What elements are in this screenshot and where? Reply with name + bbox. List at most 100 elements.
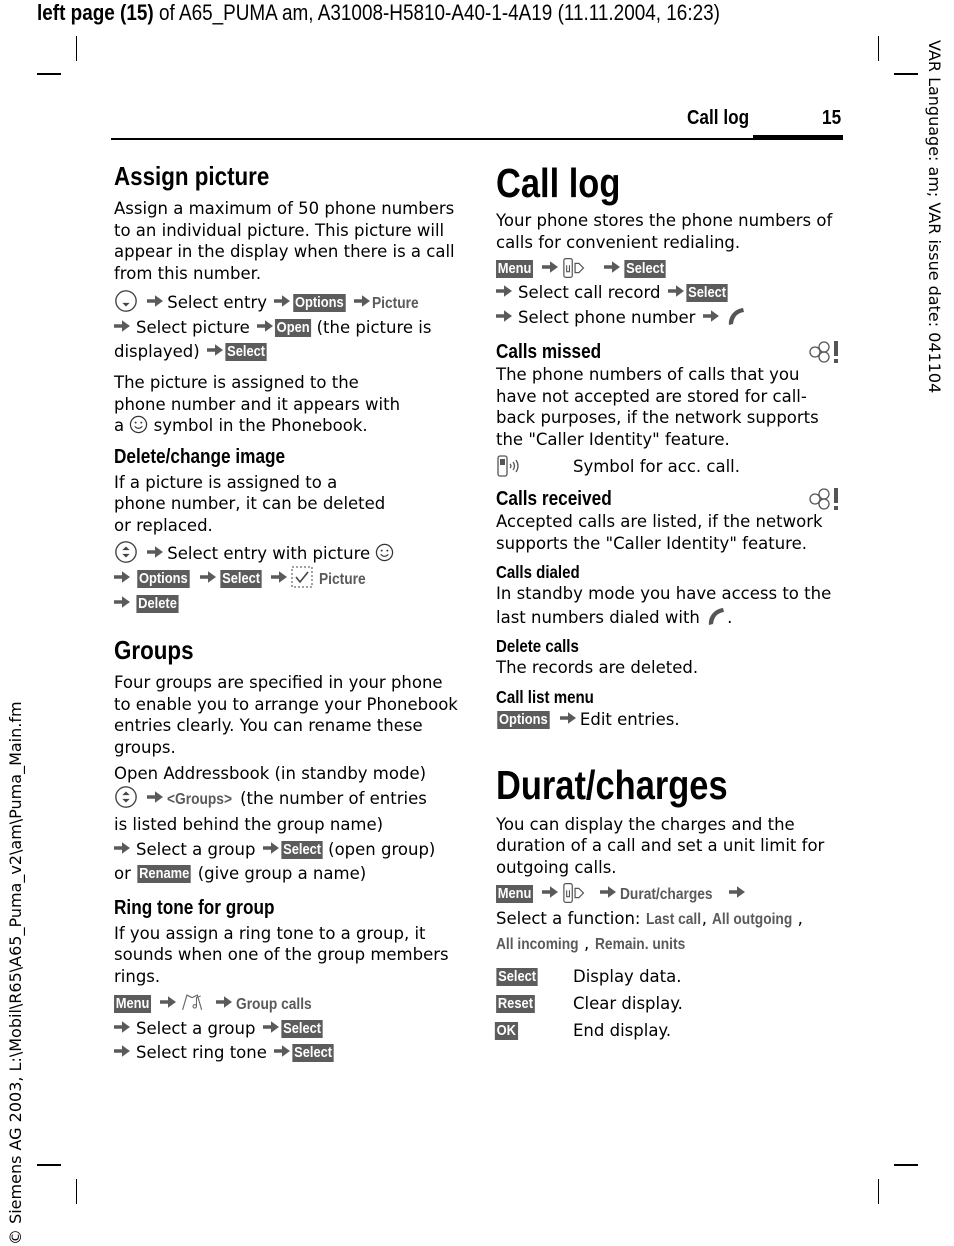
durat-charges-menu-item[interactable]: Durat/charges <box>620 883 713 907</box>
assign-picture-step-3: displayed) Select <box>114 340 459 364</box>
select-softkey[interactable]: Select <box>281 1020 323 1038</box>
function-remain-units[interactable]: Remain. units <box>595 933 685 957</box>
arrow-icon <box>147 294 163 308</box>
right-column: Call log Your phone stores the phone num… <box>494 160 841 1044</box>
picture-menu-item[interactable]: Picture <box>372 292 419 316</box>
arrow-icon <box>729 885 745 899</box>
durat-charges-step-1: Menu Durat/charges <box>496 882 841 907</box>
open-softkey[interactable]: Open <box>274 319 312 337</box>
step-text: (the picture is <box>316 318 432 337</box>
delete-calls-body: The records are deleted. <box>496 658 699 677</box>
call-log-menu-icon[interactable] <box>562 257 590 279</box>
crop-mark <box>37 73 61 75</box>
assign-picture-body: Assign a maximum of 50 phone numbers to … <box>114 199 455 283</box>
durat-table-row: OK End display. <box>494 1017 841 1044</box>
arrow-icon <box>114 570 130 584</box>
symbol-description: Symbol for acc. call. <box>573 457 740 476</box>
left-column: Assign picture Assign a maximum of 50 ph… <box>114 160 459 1065</box>
call-log-body: Your phone stores the phone numbers of c… <box>496 211 833 252</box>
crop-mark <box>37 1164 61 1166</box>
step-text: displayed) <box>114 342 200 361</box>
step-text: Select entry <box>167 293 268 312</box>
smiley-icon <box>129 415 148 434</box>
select-softkey[interactable]: Select <box>496 968 538 986</box>
arrow-icon <box>257 319 273 333</box>
function-all-outgoing[interactable]: All outgoing <box>712 908 792 932</box>
calls-received-body: Accepted calls are listed, if the networ… <box>496 512 823 553</box>
arrow-icon <box>703 309 719 323</box>
assign-picture-step-2: Select picture Open (the picture is <box>114 316 459 340</box>
subheading-delete-change-image: Delete/change image <box>114 445 286 468</box>
header-rule-tab <box>753 135 843 140</box>
rename-softkey[interactable]: Rename <box>137 864 192 883</box>
delete-change-body: If a picture is assigned to a phone numb… <box>114 472 459 537</box>
ok-softkey[interactable]: OK <box>494 1022 518 1040</box>
durat-table-row: Select Display data. <box>496 963 841 990</box>
arrow-icon <box>496 309 512 323</box>
step-text: Select call record <box>518 283 661 302</box>
note-line: The picture is assigned to the <box>114 373 359 392</box>
crop-mark <box>878 36 879 61</box>
options-softkey[interactable]: Options <box>497 710 550 729</box>
menu-softkey[interactable]: Menu <box>496 260 534 278</box>
step-text: (give group a name) <box>197 863 367 883</box>
delete-softkey[interactable]: Delete <box>136 595 179 613</box>
groups-menu-item[interactable]: <Groups> <box>167 788 232 812</box>
ring-tone-step-3: Select ring tone Select <box>114 1041 459 1065</box>
subheading-calls-missed: Calls missed <box>496 341 602 363</box>
select-softkey[interactable]: Select <box>225 343 267 361</box>
select-softkey[interactable]: Select <box>220 570 262 588</box>
menu-softkey[interactable]: Menu <box>114 995 152 1013</box>
select-softkey[interactable]: Select <box>624 260 666 278</box>
assign-picture-step-1: Select entry Options Picture <box>114 289 459 316</box>
groups-step-2: Select a group Select (open group) <box>114 838 459 862</box>
ringtone-menu-icon[interactable] <box>180 991 206 1013</box>
body-line: In standby mode you have access to the <box>496 584 832 603</box>
arrow-icon <box>216 995 232 1009</box>
call-log-menu-icon[interactable] <box>562 882 590 904</box>
arrow-icon <box>207 343 223 357</box>
options-softkey[interactable]: Options <box>137 570 190 588</box>
groups-step-3: or Rename (give group a name) <box>114 862 459 886</box>
options-softkey[interactable]: Options <box>293 294 346 312</box>
calls-missed-heading-row: Calls missed <box>496 340 841 364</box>
body-line: If a picture is assigned to a <box>114 472 338 492</box>
arrow-icon <box>274 294 290 308</box>
step-text: Select phone number <box>518 308 696 327</box>
step-text: Select ring tone <box>136 1043 267 1062</box>
body-line: or replaced. <box>114 515 213 535</box>
call-key-icon[interactable] <box>725 305 747 327</box>
menu-softkey[interactable]: Menu <box>496 885 534 903</box>
note-line: a <box>114 416 125 435</box>
function-last-call[interactable]: Last call <box>646 908 701 932</box>
print-header-rest: of A65_PUMA am, A31008-H5810-A40-1-4A19 … <box>153 0 720 25</box>
arrow-icon <box>114 1044 130 1058</box>
call-list-menu-step: Options Edit entries. <box>496 708 841 732</box>
groups-open-line: Open Addressbook (in standby mode) <box>114 764 427 783</box>
crop-mark <box>76 36 77 61</box>
accepted-call-icon <box>496 455 524 477</box>
select-softkey[interactable]: Select <box>686 284 728 302</box>
body-line: phone number, it can be deleted <box>114 494 386 513</box>
row-description: End display. <box>573 1021 672 1040</box>
chapter-heading-call-log: Call log <box>496 160 621 206</box>
picture-menu-item[interactable]: Picture <box>319 568 366 592</box>
call-log-step-3: Select phone number <box>496 305 841 330</box>
arrow-icon <box>496 284 512 298</box>
select-softkey[interactable]: Select <box>292 1044 334 1062</box>
arrow-icon <box>160 995 176 1009</box>
row-description: Display data. <box>573 967 682 986</box>
group-calls-menu-item[interactable]: Group calls <box>236 993 312 1017</box>
step-text: Select picture <box>136 318 250 337</box>
function-all-incoming[interactable]: All incoming <box>496 933 579 957</box>
durat-table-row: Reset Clear display. <box>496 990 841 1017</box>
step-text: or <box>114 863 131 883</box>
arrow-icon <box>114 841 130 855</box>
crop-mark <box>894 73 918 75</box>
copyright-path-text: © Siemens AG 2003, L:\Mobil\R65\A65_Puma… <box>6 701 25 1245</box>
select-softkey[interactable]: Select <box>281 840 323 859</box>
subheading-ring-tone-for-group: Ring tone for group <box>114 896 275 919</box>
reset-softkey[interactable]: Reset <box>496 995 535 1013</box>
arrow-icon <box>560 711 576 725</box>
network-service-icon <box>807 340 841 364</box>
